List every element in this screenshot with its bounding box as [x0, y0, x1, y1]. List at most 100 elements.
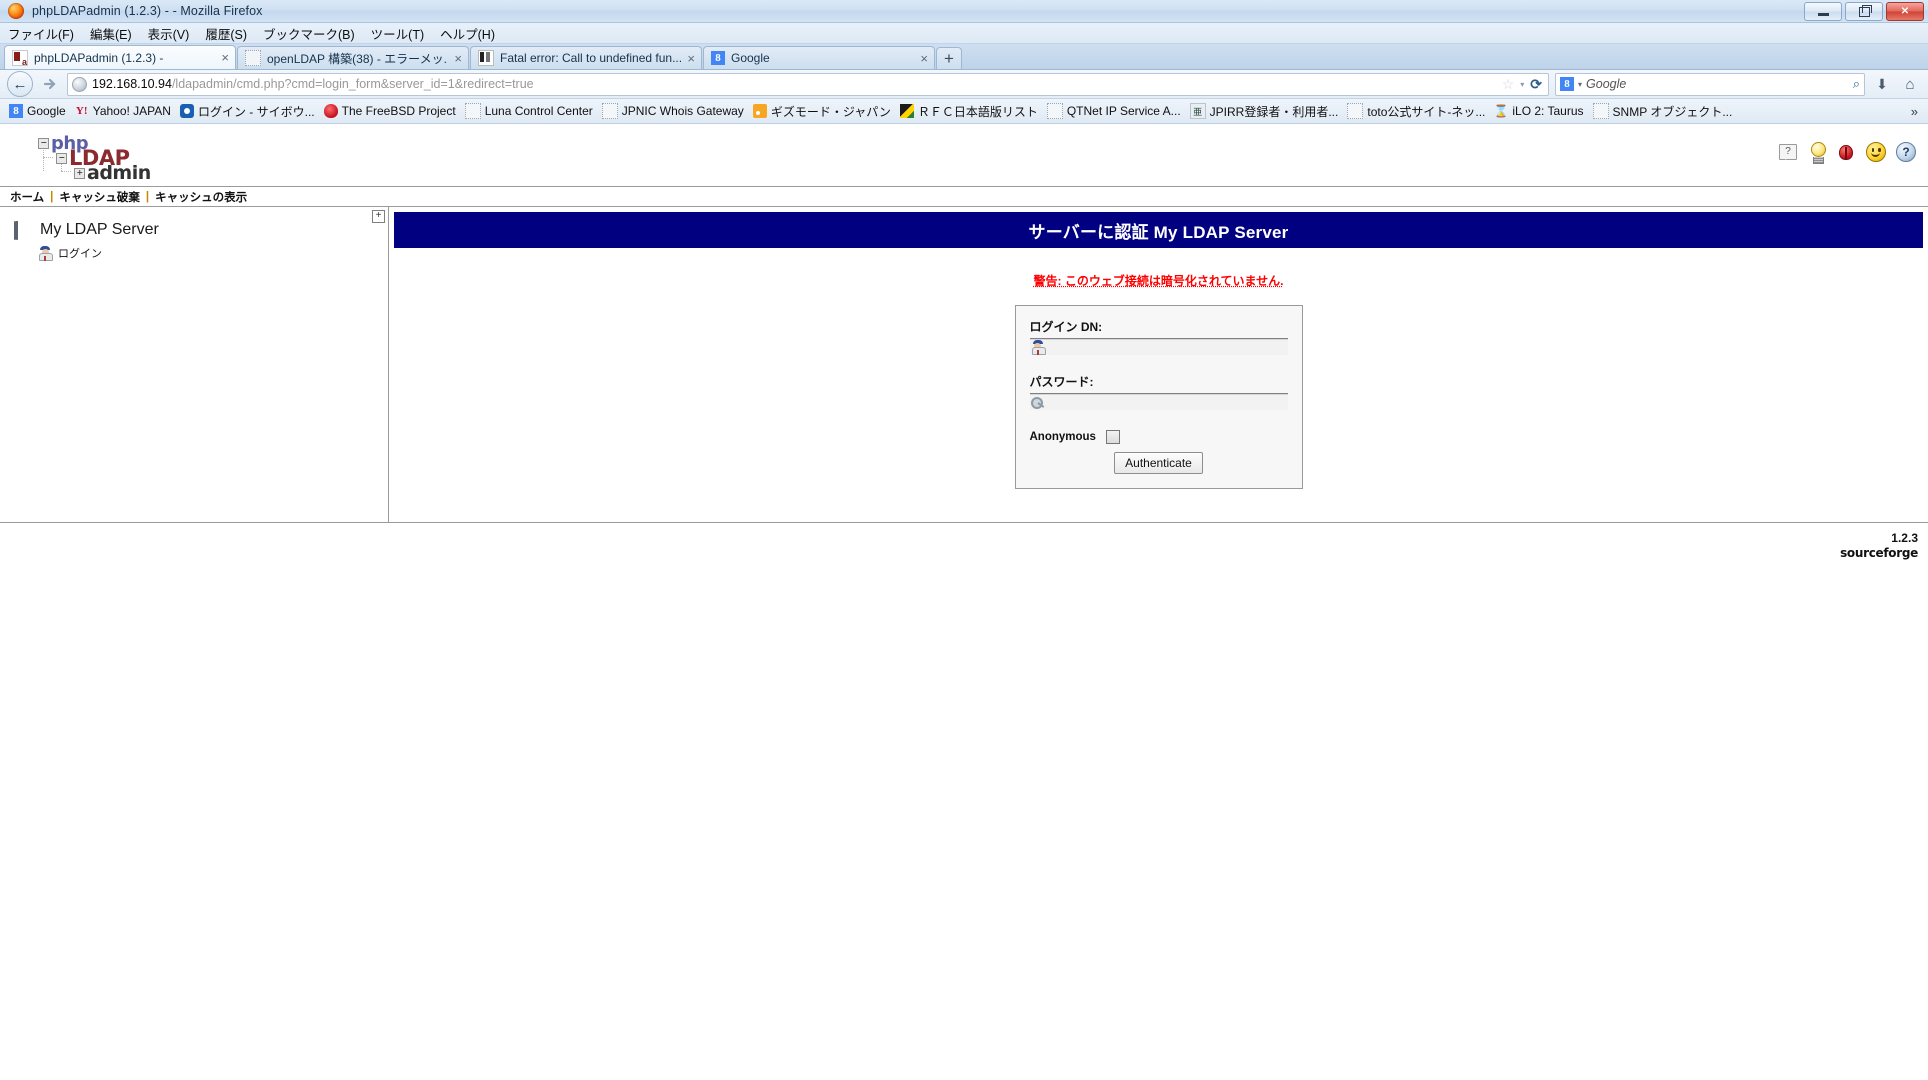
search-bar[interactable]: 8 ▾ Google ⌕ — [1555, 72, 1865, 96]
nav-separator: | — [145, 190, 150, 203]
bookmark-ilo-taurus[interactable]: ⌛ iLO 2: Taurus — [1491, 103, 1586, 119]
bookmark-luna-control-center[interactable]: Luna Control Center — [462, 102, 596, 120]
new-tab-button[interactable]: + — [936, 47, 962, 69]
nav-purge-cache-link[interactable]: キャッシュ破棄 — [59, 189, 140, 205]
logo-tree-tick — [61, 171, 71, 172]
search-magnifier-icon[interactable]: ⌕ — [1853, 76, 1860, 92]
login-dn-input[interactable] — [1029, 338, 1288, 355]
bookmark-qtnet[interactable]: QTNet IP Service A... — [1044, 102, 1184, 120]
menu-file[interactable]: ファイル(F) — [8, 24, 74, 43]
server-icon — [14, 220, 34, 240]
tree-item-login[interactable]: ログイン — [0, 239, 388, 261]
search-engine-dropdown-icon[interactable]: ▾ — [1578, 80, 1582, 89]
bug-report-icon[interactable] — [1836, 143, 1856, 161]
tree-node-collapsed-icon: − — [56, 152, 67, 164]
downloads-icon[interactable]: ⬇ — [1871, 73, 1893, 95]
tab-close-icon[interactable]: × — [221, 51, 229, 64]
tab-close-icon[interactable]: × — [687, 52, 695, 65]
blank-page-icon — [1046, 103, 1063, 119]
google-icon: 8 — [9, 104, 23, 118]
password-input[interactable] — [1029, 393, 1288, 410]
url-input[interactable]: 192.168.10.94/ldapadmin/cmd.php?cmd=logi… — [67, 72, 1549, 96]
tooltip-help-icon[interactable]: ? — [1779, 142, 1799, 162]
encryption-warning: 警告: このウェブ接続は暗号化されていません. — [1033, 274, 1284, 288]
smiley-icon[interactable] — [1866, 142, 1886, 162]
menu-tools[interactable]: ツール(T) — [371, 24, 424, 43]
menu-history[interactable]: 履歴(S) — [205, 24, 247, 43]
bookmark-label: Luna Control Center — [484, 104, 593, 118]
login-dn-label: ログイン DN: — [1029, 320, 1103, 334]
firefox-logo-icon — [8, 3, 24, 19]
generic-favicon-icon — [478, 50, 494, 66]
bookmark-label: The FreeBSD Project — [341, 104, 456, 118]
search-input[interactable]: Google — [1586, 77, 1849, 91]
bookmark-jpirr[interactable]: 亜 JPIRR登録者・利用者... — [1187, 102, 1342, 121]
bookmarks-toolbar: 8 Google Y! Yahoo! JAPAN ログイン - サイボウ... … — [0, 99, 1928, 124]
menu-view[interactable]: 表示(V) — [148, 24, 190, 43]
tab-google[interactable]: 8 Google × — [703, 46, 935, 69]
tab-phpldapadmin[interactable]: phpLDAPadmin (1.2.3) - × — [4, 45, 236, 69]
nav-show-cache-link[interactable]: キャッシュの表示 — [155, 189, 247, 205]
restore-button[interactable] — [1845, 2, 1883, 21]
menu-help[interactable]: ヘルプ(H) — [440, 24, 495, 43]
bookmark-jpnic-whois[interactable]: JPNIC Whois Gateway — [599, 102, 747, 120]
url-host: 192.168.10.94 — [92, 77, 172, 91]
bookmark-cybozu-login[interactable]: ログイン - サイボウ... — [177, 102, 318, 121]
bookmarks-overflow-chevron-icon[interactable]: » — [1911, 104, 1922, 119]
bookmark-google[interactable]: 8 Google — [6, 103, 69, 119]
logo-admin-row: + admin — [74, 162, 151, 184]
anonymous-row: Anonymous — [1030, 430, 1288, 444]
blank-page-icon — [1347, 103, 1364, 119]
bookmark-star-icon[interactable]: ☆ — [1502, 76, 1515, 93]
url-text: 192.168.10.94/ldapadmin/cmd.php?cmd=logi… — [92, 77, 534, 91]
version-label: 1.2.3 — [1891, 531, 1918, 545]
blank-page-favicon-icon — [245, 50, 261, 66]
logo-tree-tick — [43, 157, 53, 158]
history-dropmarker-icon[interactable]: ▾ — [1520, 80, 1524, 89]
tree-expand-button[interactable]: + — [372, 210, 385, 223]
help-ball-icon[interactable]: ? — [1896, 142, 1916, 162]
bookmark-label: iLO 2: Taurus — [1512, 104, 1584, 118]
tab-close-icon[interactable]: × — [920, 52, 928, 65]
tab-label: phpLDAPadmin (1.2.3) - — [34, 50, 164, 65]
tab-label: Fatal error: Call to undefined fun... — [500, 51, 682, 65]
authenticate-button[interactable]: Authenticate — [1114, 452, 1203, 474]
blank-page-icon — [464, 103, 481, 119]
reload-icon[interactable]: ⟳ — [1530, 76, 1542, 93]
tab-close-icon[interactable]: × — [454, 52, 462, 65]
menu-bookmarks[interactable]: ブックマーク(B) — [263, 24, 355, 43]
nav-home-link[interactable]: ホーム — [10, 189, 44, 205]
light-bulb-icon[interactable] — [1811, 142, 1826, 164]
bookmark-yahoo-japan[interactable]: Y! Yahoo! JAPAN — [72, 103, 174, 119]
bookmark-freebsd[interactable]: The FreeBSD Project — [321, 103, 459, 119]
window-controls: ✕ — [1804, 2, 1924, 21]
app-footer: 1.2.3 sourceforge — [0, 523, 1928, 560]
tab-fatal-error[interactable]: Fatal error: Call to undefined fun... × — [470, 46, 702, 69]
menu-edit[interactable]: 編集(E) — [90, 24, 132, 43]
tab-openldap[interactable]: openLDAP 構築(38) - エラーメッ... × — [237, 46, 469, 69]
anonymous-checkbox[interactable] — [1105, 430, 1120, 444]
person-icon — [38, 245, 53, 261]
google-favicon-icon: 8 — [711, 51, 725, 65]
home-icon[interactable]: ⌂ — [1899, 73, 1921, 95]
bookmark-rfc-japanese[interactable]: ＲＦＣ日本語版リスト — [897, 102, 1041, 121]
bookmark-label: JPNIC Whois Gateway — [621, 104, 744, 118]
app-header-icons: ? ? — [1779, 141, 1916, 164]
bookmark-toto[interactable]: toto公式サイト-ネッ... — [1344, 102, 1488, 121]
tree-item-server[interactable]: My LDAP Server — [0, 207, 388, 240]
rfc-icon — [899, 104, 914, 118]
bookmark-gizmodo-japan[interactable]: ギズモード・ジャパン — [750, 102, 894, 121]
minimize-button[interactable] — [1804, 2, 1842, 21]
close-button[interactable]: ✕ — [1886, 2, 1924, 21]
bookmark-snmp-objects[interactable]: SNMP オブジェクト... — [1590, 102, 1736, 121]
bookmark-label: ログイン - サイボウ... — [197, 104, 315, 119]
auth-button-row: Authenticate — [1030, 452, 1288, 474]
app-header: − php − LDAP + admin ? ? — [0, 124, 1928, 186]
navigation-toolbar: ← 192.168.10.94/ldapadmin/cmd.php?cmd=lo… — [0, 70, 1928, 99]
bug-body — [1839, 144, 1853, 160]
url-path: /ldapadmin/cmd.php?cmd=login_form&server… — [171, 77, 534, 91]
key-icon — [1030, 396, 1045, 409]
back-button[interactable]: ← — [7, 71, 33, 97]
sourceforge-logo: sourceforge — [1840, 546, 1918, 560]
bookmark-label: Yahoo! JAPAN — [92, 104, 171, 118]
